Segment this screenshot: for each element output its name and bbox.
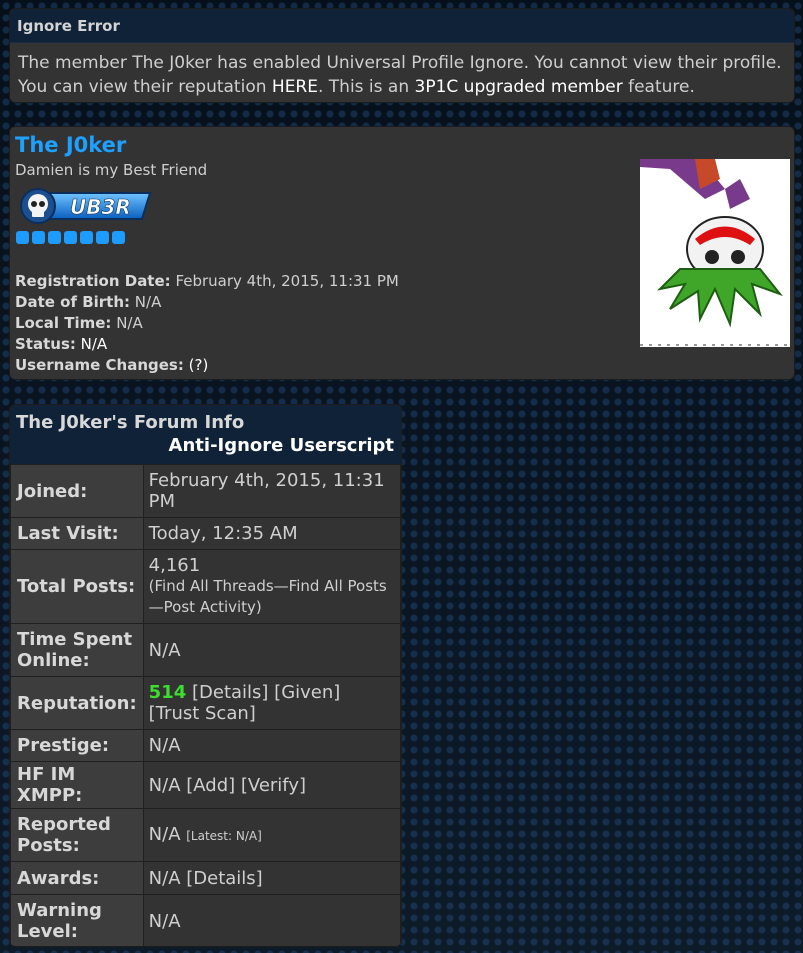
- local-time-label: Local Time:: [15, 314, 112, 332]
- hfim-label: HF IM XMPP:: [10, 761, 144, 809]
- forum-info-panel: The J0ker's Forum Info Anti-Ignore Users…: [9, 404, 402, 947]
- registration-date-value: February 4th, 2015, 11:31 PM: [175, 272, 399, 290]
- reported-posts-label: Reported Posts:: [10, 808, 144, 862]
- hfim-add-link[interactable]: [Add]: [186, 775, 235, 796]
- anti-ignore-userscript-link[interactable]: Anti-Ignore Userscript: [16, 435, 395, 456]
- avatar: [640, 159, 790, 347]
- reputation-value[interactable]: 514: [149, 682, 187, 703]
- dob-value: N/A: [134, 293, 162, 311]
- ignore-error-panel: Ignore Error The member The J0ker has en…: [9, 8, 795, 103]
- local-time-row: Local Time: N/A: [15, 313, 399, 334]
- total-posts-cell: 4,161 (Find All Threads—Find All Posts —P…: [142, 549, 401, 624]
- table-row: Prestige: N/A: [10, 729, 401, 762]
- local-time-value: N/A: [116, 314, 143, 332]
- username-changes-row: Username Changes: (?): [15, 355, 399, 376]
- time-online-value: N/A: [142, 623, 401, 677]
- total-posts-links: (Find All Threads—Find All Posts —Post Ac…: [148, 577, 387, 616]
- prestige-value: N/A: [142, 729, 401, 762]
- reputation-details-link[interactable]: [Details]: [192, 682, 268, 703]
- time-online-label: Time Spent Online:: [10, 623, 144, 677]
- forum-info-table: Joined: February 4th, 2015, 11:31 PM Las…: [10, 464, 401, 946]
- warning-level-value[interactable]: N/A: [142, 894, 401, 946]
- registration-date-row: Registration Date: February 4th, 2015, 1…: [15, 271, 399, 292]
- awards-label: Awards:: [10, 861, 144, 895]
- hfim-value: N/A: [148, 774, 181, 796]
- table-row: Last Visit: Today, 12:35 AM: [10, 517, 401, 550]
- table-row: Warning Level: N/A: [10, 894, 401, 946]
- rank-pip: [80, 231, 93, 244]
- hfim-verify-link[interactable]: [Verify]: [241, 775, 306, 796]
- rank-pip: [16, 231, 29, 244]
- table-row: Total Posts: 4,161 (Find All Threads—Fin…: [10, 549, 401, 624]
- ignore-msg-part2: . This is an: [317, 77, 415, 97]
- find-all-threads-link[interactable]: (Find All Threads: [149, 577, 274, 595]
- upgraded-member-link[interactable]: 3P1C upgraded member: [415, 77, 623, 97]
- reported-posts-value: N/A: [148, 823, 181, 845]
- reported-posts-latest: [Latest: N/A]: [186, 828, 262, 843]
- table-row: Joined: February 4th, 2015, 11:31 PM: [10, 464, 401, 518]
- reputation-here-link[interactable]: HERE: [272, 77, 318, 97]
- last-visit-label: Last Visit:: [10, 517, 144, 550]
- profile-user-title: Damien is my Best Friend: [15, 161, 208, 179]
- rank-pip: [48, 231, 61, 244]
- total-posts-label: Total Posts:: [10, 549, 144, 624]
- forum-info-title: The J0ker's Forum Info: [16, 412, 245, 433]
- status-row: Status: N/A: [15, 334, 399, 355]
- table-row: Time Spent Online: N/A: [10, 623, 401, 677]
- status-value: N/A: [80, 335, 108, 353]
- awards-value: N/A: [148, 867, 181, 889]
- reported-posts-cell: N/A [Latest: N/A]: [142, 808, 401, 862]
- registration-date-label: Registration Date:: [15, 272, 171, 290]
- rank-pip: [96, 231, 109, 244]
- warning-level-label: Warning Level:: [10, 894, 144, 946]
- username-changes-label: Username Changes:: [15, 356, 184, 374]
- ignore-error-title: Ignore Error: [10, 9, 794, 43]
- table-row: Reported Posts: N/A [Latest: N/A]: [10, 808, 401, 862]
- status-label: Status:: [15, 335, 76, 353]
- hfim-cell: N/A [Add] [Verify]: [142, 761, 401, 809]
- total-posts-value: 4,161: [148, 555, 201, 576]
- awards-cell: N/A [Details]: [142, 861, 401, 895]
- rank-pip: [64, 231, 77, 244]
- reputation-cell: 514 [Details] [Given] [Trust Scan]: [142, 676, 401, 730]
- last-visit-value: Today, 12:35 AM: [142, 517, 401, 550]
- dob-label: Date of Birth:: [15, 293, 131, 311]
- ignore-error-message: The member The J0ker has enabled Univers…: [10, 43, 794, 102]
- forum-info-header: The J0ker's Forum Info Anti-Ignore Users…: [10, 405, 401, 464]
- profile-username[interactable]: The J0ker: [15, 133, 126, 157]
- table-row: Reputation: 514 [Details] [Given] [Trust…: [10, 676, 401, 730]
- trust-scan-link[interactable]: [Trust Scan]: [149, 703, 256, 724]
- prestige-label: Prestige:: [10, 729, 144, 762]
- reputation-label: Reputation:: [10, 676, 144, 730]
- rank-pips: [16, 231, 125, 244]
- find-all-posts-link[interactable]: Find All Posts: [289, 577, 387, 595]
- username-changes-value[interactable]: (?): [189, 356, 209, 374]
- rank-badge-text: UB3R: [70, 195, 131, 219]
- profile-details: Registration Date: February 4th, 2015, 1…: [15, 271, 399, 376]
- profile-panel: The J0ker Damien is my Best Friend UB3R …: [9, 126, 795, 380]
- dob-row: Date of Birth: N/A: [15, 292, 399, 313]
- joined-value: February 4th, 2015, 11:31 PM: [142, 464, 401, 518]
- rank-badge-icon: UB3R: [20, 188, 152, 224]
- rank-pip: [32, 231, 45, 244]
- rank-pip: [112, 231, 125, 244]
- table-row: HF IM XMPP: N/A [Add] [Verify]: [10, 761, 401, 809]
- post-activity-link[interactable]: Post Activity): [164, 598, 262, 616]
- ignore-msg-part3: feature.: [622, 77, 695, 97]
- awards-details-link[interactable]: [Details]: [186, 868, 262, 889]
- reputation-given-link[interactable]: [Given]: [274, 682, 340, 703]
- table-row: Awards: N/A [Details]: [10, 861, 401, 895]
- joined-label: Joined:: [10, 464, 144, 518]
